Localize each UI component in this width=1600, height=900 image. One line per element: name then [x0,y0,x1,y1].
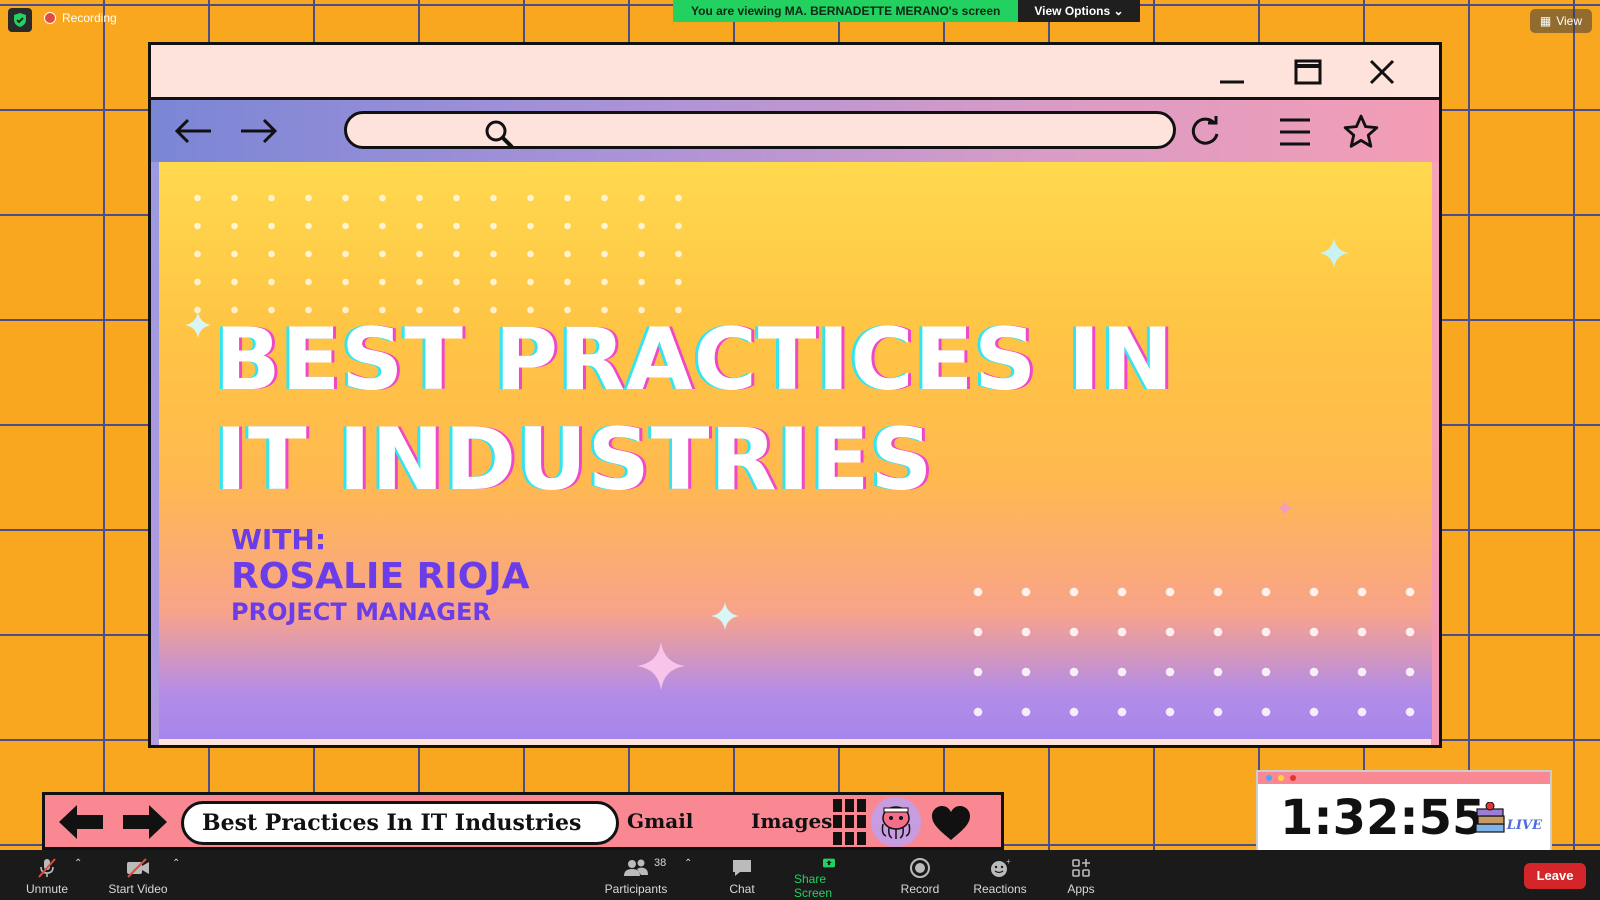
slide-content: BEST PRACTICES IN IT INDUSTRIES WITH: RO… [159,162,1432,739]
record-label: Record [900,882,940,896]
speaker-block: WITH: ROSALIE RIOJA PROJECT MANAGER [231,523,530,627]
unmute-label: Unmute [25,882,69,896]
viewing-banner-text: You are viewing MA. BERNADETTE MERANO's … [673,0,1019,22]
apps-grid-icon [833,799,867,845]
chevron-down-icon: ⌄ [1113,4,1124,18]
sparkle-icon [711,602,739,630]
security-shield-icon[interactable] [8,8,32,32]
screen-share-banner: You are viewing MA. BERNADETTE MERANO's … [673,0,1140,22]
timer-time: 1:32:55 [1280,790,1486,846]
window-frame-right [1431,162,1439,745]
participants-label: Participants [604,882,668,896]
timer-titlebar [1258,772,1550,784]
decorative-dots [954,572,1424,722]
video-camera-off-icon [127,858,149,878]
leave-button[interactable]: Leave [1524,863,1586,889]
left-arrow-icon [59,805,103,839]
speaker-name: ROSALIE RIOJA [231,556,530,597]
heart-icon [932,806,970,840]
unmute-button[interactable]: Unmute [22,850,72,900]
view-options-label: View Options [1034,4,1111,18]
apps-icon [1072,859,1090,877]
maximize-icon [1291,55,1325,89]
sparkle-icon [1277,500,1293,516]
countdown-timer-widget: 1:32:55 LIVE [1256,770,1552,852]
gallery-view-icon: ▦ [1539,14,1552,28]
participants-count: 38 [654,857,667,869]
start-video-label: Start Video [108,882,168,896]
slide-browser-window: BEST PRACTICES IN IT INDUSTRIES WITH: RO… [148,42,1442,748]
slide-headline: BEST PRACTICES IN IT INDUSTRIES [215,310,1174,510]
svg-text:+: + [1006,857,1011,866]
video-options-caret-icon[interactable]: ⌃ [172,858,180,869]
microphone-muted-icon [38,858,56,878]
record-icon [910,858,930,878]
view-button[interactable]: ▦ View [1529,9,1592,33]
audio-options-caret-icon[interactable]: ⌃ [74,858,82,869]
headline-line-2: IT INDUSTRIES [215,410,934,510]
slide-bottom-bar: Best Practices In IT Industries Gmail Im… [42,792,1004,850]
decorative-dots [179,184,699,314]
share-screen-icon [823,858,835,868]
participants-icon [624,859,648,876]
live-label: LIVE [1506,818,1542,833]
star-icon [1341,112,1381,152]
close-icon [1365,55,1399,89]
speaker-role: PROJECT MANAGER [231,598,491,626]
with-label: WITH: [231,523,327,556]
view-options-button[interactable]: View Options ⌄ [1018,0,1140,22]
view-button-label: View [1556,14,1582,28]
participants-options-caret-icon[interactable]: ⌃ [684,858,692,869]
chat-label: Chat [729,882,755,896]
refresh-icon [1185,112,1225,152]
search-bar [344,111,1176,149]
reactions-smiley-icon: + [991,857,1011,877]
octopus-avatar-icon [871,797,921,847]
menu-icon [1275,112,1315,152]
recording-dot-icon [44,12,56,24]
share-screen-button[interactable]: Share Screen [794,850,864,900]
images-link: Images [751,809,833,833]
start-video-button[interactable]: Start Video [106,850,170,900]
slide-title-pill: Best Practices In IT Industries [181,801,619,845]
apps-label: Apps [1067,882,1095,896]
books-icon [1475,802,1505,833]
window-titlebar [151,45,1439,100]
gmail-link: Gmail [627,809,694,833]
window-toolbar [151,100,1439,162]
reactions-label: Reactions [973,882,1027,896]
reactions-button[interactable]: + Reactions [972,850,1028,900]
recording-label: Recording [62,11,117,25]
window-frame-left [151,162,159,745]
chat-icon [733,860,751,876]
record-button[interactable]: Record [898,850,942,900]
meeting-toolbar: Unmute ⌃ Start Video ⌃ Participants 38 ⌃… [0,850,1600,900]
apps-button[interactable]: Apps [1064,850,1098,900]
right-arrow-icon [123,805,167,839]
chat-button[interactable]: Chat [722,850,762,900]
headline-line-1: BEST PRACTICES IN [215,310,1175,410]
back-arrow-icon [171,114,215,148]
sparkle-icon [185,312,211,338]
share-screen-label: Share Screen [794,872,833,900]
minimize-icon [1215,55,1249,89]
sparkle-icon [1319,238,1349,268]
recording-indicator[interactable]: Recording [44,11,117,25]
search-icon [483,118,515,155]
forward-arrow-icon [237,114,281,148]
sparkle-icon [637,642,685,690]
